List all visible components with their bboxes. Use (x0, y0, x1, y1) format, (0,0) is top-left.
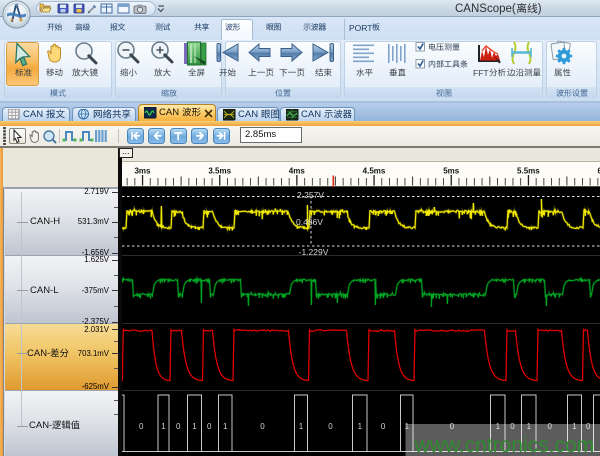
svg-text:2.257V: 2.257V (297, 190, 324, 200)
svg-text:0: 0 (138, 422, 143, 431)
svg-text:1: 1 (298, 422, 303, 431)
svg-text:0.486V: 0.486V (296, 217, 323, 227)
svg-text:4ms: 4ms (288, 166, 305, 175)
svg-text:-1.229V: -1.229V (298, 247, 328, 257)
svg-text:0: 0 (206, 422, 211, 431)
svg-text:4.5ms: 4.5ms (362, 166, 385, 175)
svg-text:5ms: 5ms (443, 166, 460, 175)
svg-text:0: 0 (380, 422, 385, 431)
svg-text:1: 1 (222, 422, 227, 431)
svg-text:1: 1 (161, 422, 166, 431)
svg-text:3ms: 3ms (134, 166, 151, 175)
svg-text:0: 0 (175, 422, 180, 431)
svg-text:1: 1 (357, 422, 362, 431)
svg-text:3.5ms: 3.5ms (208, 166, 231, 175)
svg-text:0: 0 (328, 422, 333, 431)
svg-text:www.cntronics.com: www.cntronics.com (413, 434, 594, 456)
svg-text:1: 1 (192, 422, 197, 431)
svg-text:5.5ms: 5.5ms (517, 166, 540, 175)
svg-text:0: 0 (260, 422, 265, 431)
